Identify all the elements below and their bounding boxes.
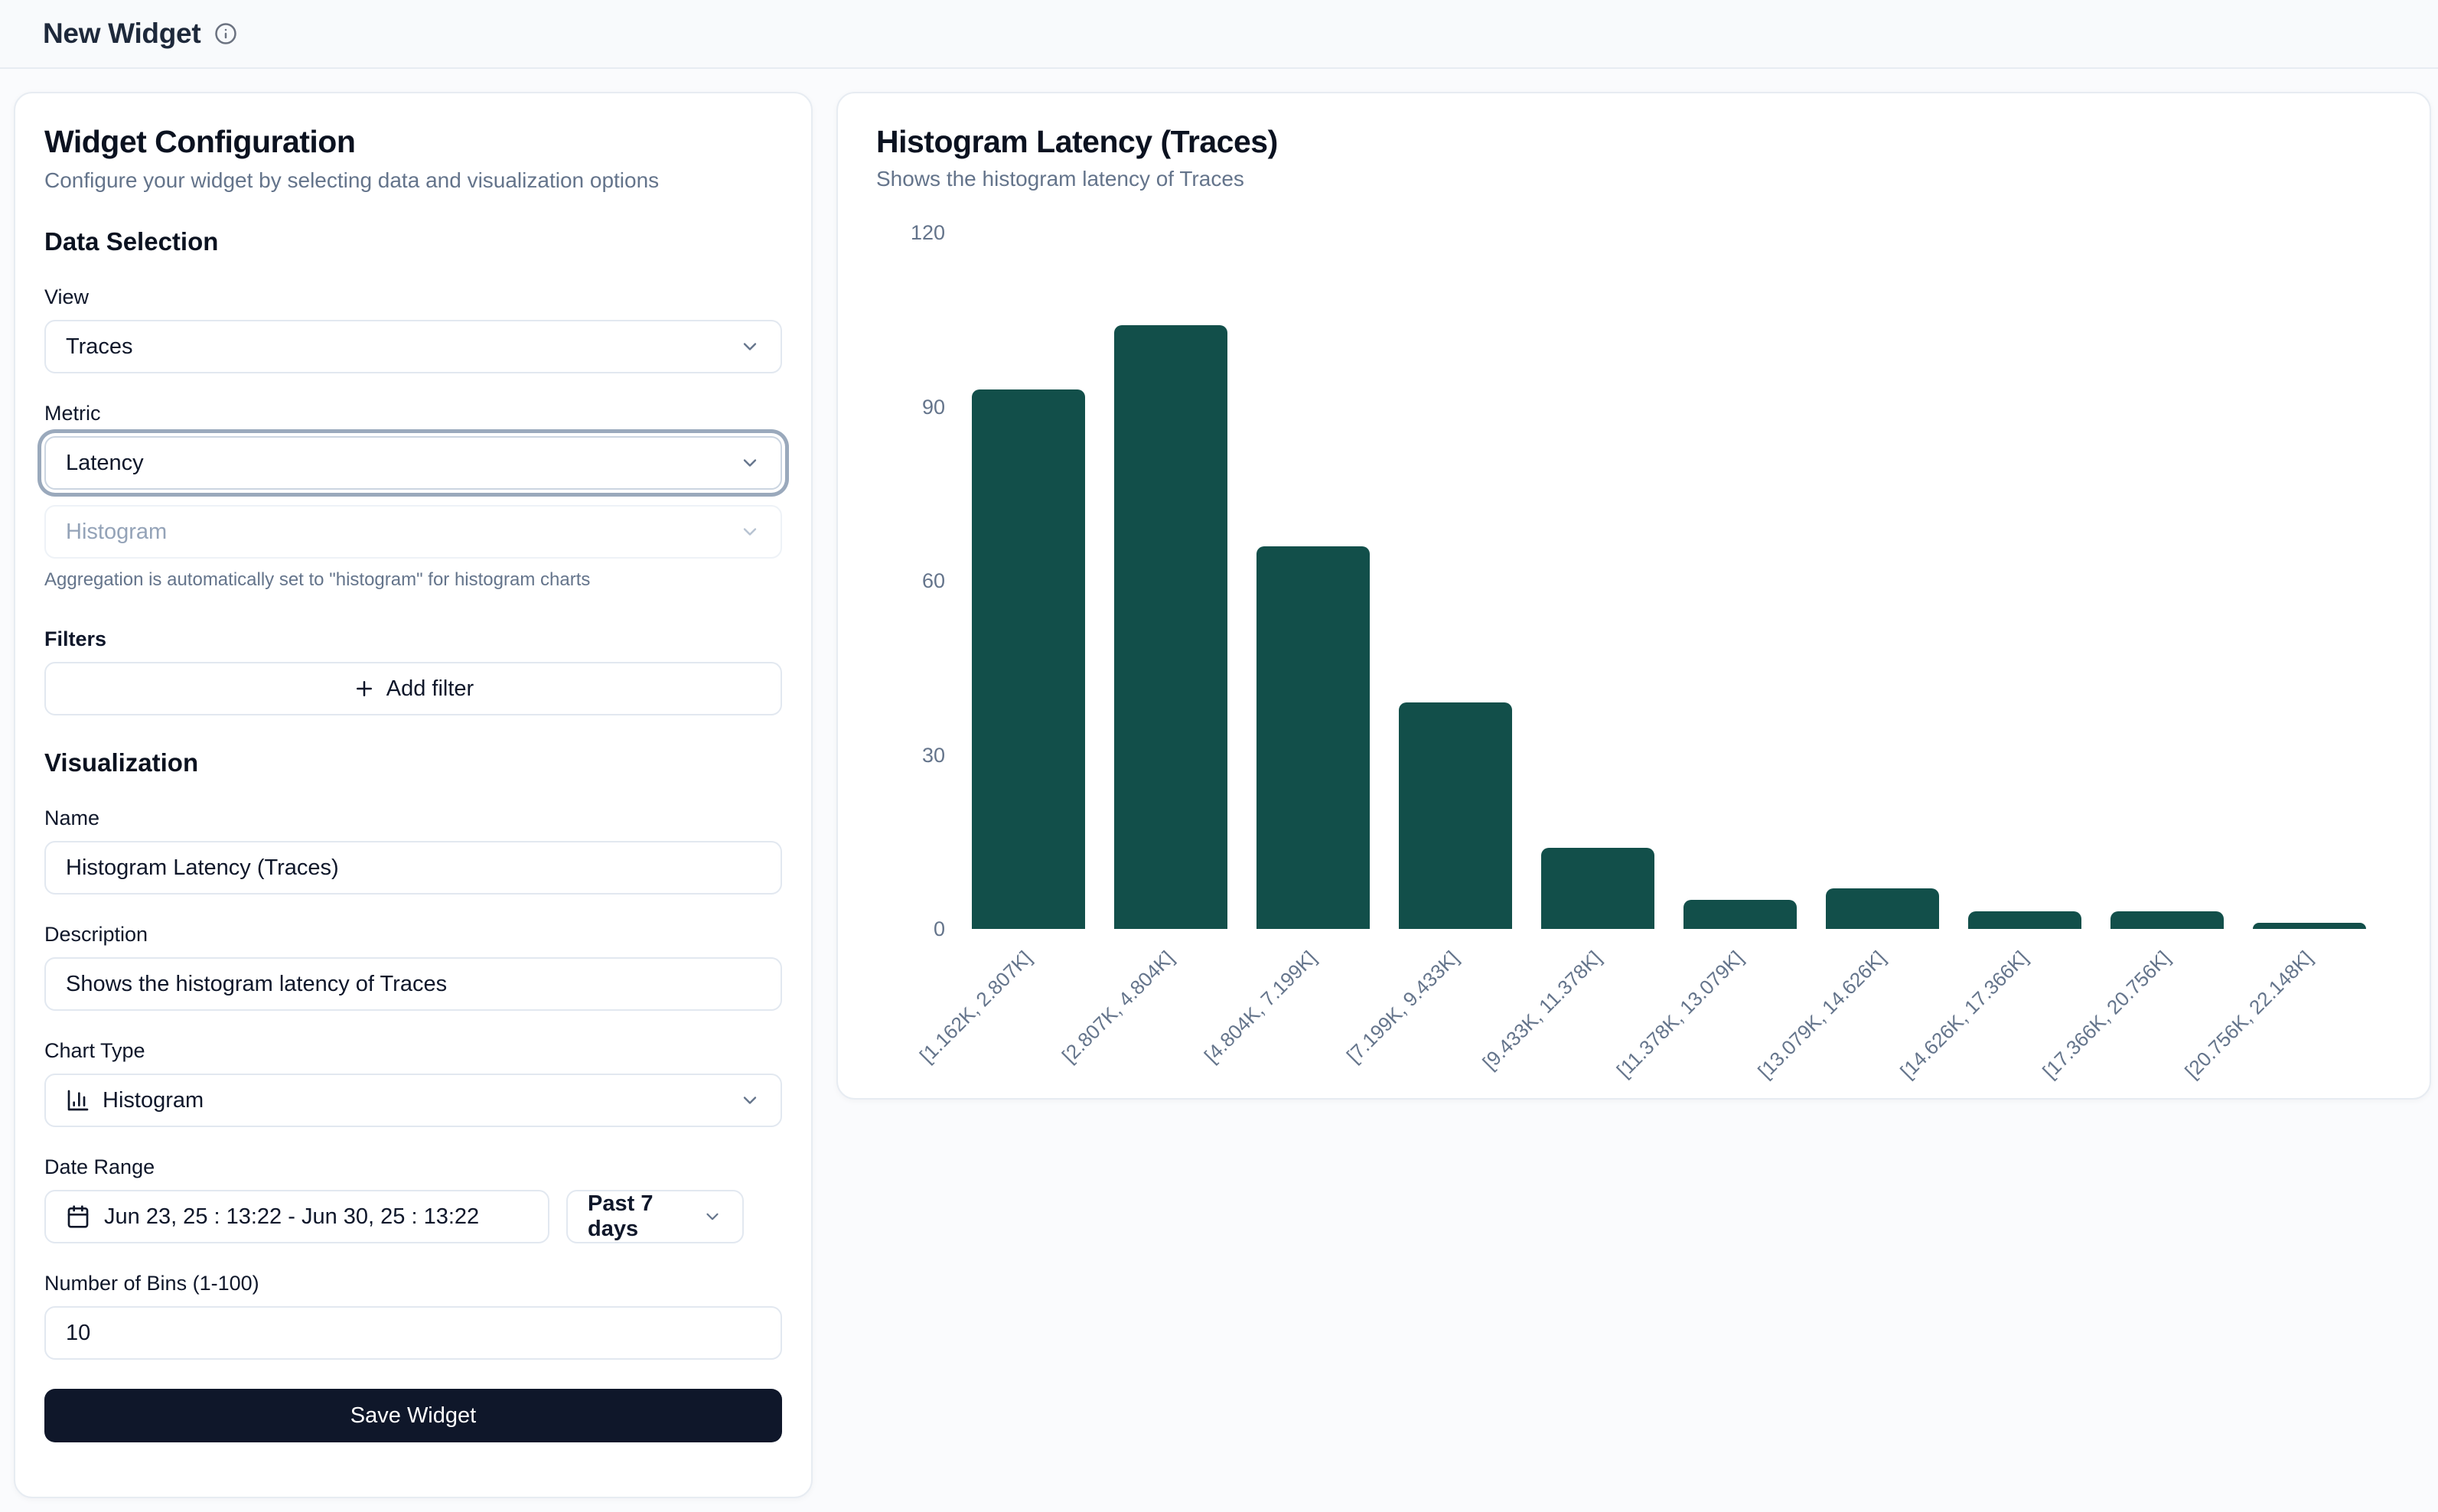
histogram-chart-icon bbox=[66, 1088, 90, 1113]
view-select-value: Traces bbox=[66, 334, 133, 360]
bins-label: Number of Bins (1-100) bbox=[44, 1271, 782, 1295]
y-axis-tick-label: 30 bbox=[922, 743, 945, 767]
description-input-value: Shows the histogram latency of Traces bbox=[66, 972, 447, 997]
calendar-icon bbox=[66, 1204, 90, 1229]
config-panel-subtitle: Configure your widget by selecting data … bbox=[44, 167, 782, 194]
x-axis-tick-label: [17.366K, 20.756K] bbox=[2039, 947, 2176, 1083]
bins-input-value: 10 bbox=[66, 1321, 90, 1346]
description-label: Description bbox=[44, 922, 782, 947]
visualization-heading: Visualization bbox=[44, 748, 782, 778]
histogram-bar bbox=[1114, 325, 1227, 929]
config-panel-title: Widget Configuration bbox=[44, 122, 782, 161]
chart-type-select[interactable]: Histogram bbox=[44, 1074, 782, 1127]
histogram-bar bbox=[1541, 848, 1654, 929]
main-content: Widget Configuration Configure your widg… bbox=[0, 69, 2438, 1498]
name-input[interactable]: Histogram Latency (Traces) bbox=[44, 841, 782, 894]
y-axis: 0306090120 bbox=[876, 233, 953, 929]
data-selection-heading: Data Selection bbox=[44, 226, 782, 257]
date-preset-value: Past 7 days bbox=[588, 1191, 693, 1242]
aggregation-helper-text: Aggregation is automatically set to "his… bbox=[44, 569, 782, 591]
y-axis-tick-label: 120 bbox=[911, 220, 945, 245]
histogram-chart: 0306090120 [1.162K, 2.807K][2.807K, 4.80… bbox=[876, 233, 2391, 1082]
x-axis-tick-label: [13.079K, 14.626K] bbox=[1754, 947, 1891, 1083]
date-range-button[interactable]: Jun 23, 25 : 13:22 - Jun 30, 25 : 13:22 bbox=[44, 1190, 549, 1243]
x-axis: [1.162K, 2.807K][2.807K, 4.804K][4.804K,… bbox=[953, 929, 2391, 1082]
name-input-value: Histogram Latency (Traces) bbox=[66, 855, 339, 881]
y-axis-tick-label: 0 bbox=[934, 917, 945, 941]
y-axis-tick-label: 60 bbox=[922, 569, 945, 593]
histogram-bar bbox=[1683, 900, 1797, 929]
x-axis-tick-label: [1.162K, 2.807K] bbox=[915, 947, 1037, 1068]
widget-configuration-panel: Widget Configuration Configure your widg… bbox=[14, 92, 813, 1498]
chart-subtitle: Shows the histogram latency of Traces bbox=[876, 165, 2391, 193]
histogram-bar bbox=[2253, 923, 2366, 929]
histogram-bar bbox=[972, 389, 1085, 929]
date-preset-select[interactable]: Past 7 days bbox=[566, 1190, 744, 1243]
page-title: New Widget bbox=[43, 18, 200, 50]
x-axis-tick-label: [9.433K, 11.378K] bbox=[1478, 947, 1606, 1075]
x-axis-tick-label: [14.626K, 17.366K] bbox=[1896, 947, 2033, 1083]
add-filter-label: Add filter bbox=[386, 676, 474, 702]
chart-title: Histogram Latency (Traces) bbox=[876, 122, 2391, 161]
histogram-bar bbox=[1399, 702, 1512, 929]
save-widget-button[interactable]: Save Widget bbox=[44, 1389, 782, 1442]
y-axis-tick-label: 90 bbox=[922, 395, 945, 419]
plus-icon bbox=[353, 677, 376, 700]
metric-select-value: Latency bbox=[66, 451, 144, 476]
histogram-bar bbox=[1256, 546, 1370, 930]
chart-type-label: Chart Type bbox=[44, 1038, 782, 1063]
aggregation-select: Histogram bbox=[44, 505, 782, 559]
info-icon[interactable] bbox=[214, 22, 237, 45]
histogram-bar bbox=[2110, 911, 2224, 929]
date-range-value: Jun 23, 25 : 13:22 - Jun 30, 25 : 13:22 bbox=[104, 1204, 479, 1230]
chart-preview-panel: Histogram Latency (Traces) Shows the his… bbox=[836, 92, 2431, 1100]
date-range-label: Date Range bbox=[44, 1155, 782, 1179]
filters-label: Filters bbox=[44, 627, 782, 651]
chevron-down-icon bbox=[739, 521, 761, 543]
name-label: Name bbox=[44, 806, 782, 830]
chart-type-value: Histogram bbox=[103, 1088, 204, 1113]
x-axis-tick-label: [20.756K, 22.148K] bbox=[2181, 947, 2318, 1083]
chevron-down-icon bbox=[702, 1207, 722, 1227]
x-axis-tick-label: [4.804K, 7.199K] bbox=[1200, 947, 1322, 1068]
metric-select[interactable]: Latency bbox=[44, 436, 782, 490]
chevron-down-icon bbox=[739, 336, 761, 357]
chevron-down-icon bbox=[739, 452, 761, 474]
x-axis-tick-label: [2.807K, 4.804K] bbox=[1058, 947, 1179, 1068]
bins-input[interactable]: 10 bbox=[44, 1306, 782, 1360]
page-header: New Widget bbox=[0, 0, 2438, 69]
description-input[interactable]: Shows the histogram latency of Traces bbox=[44, 957, 782, 1011]
histogram-bar bbox=[1968, 911, 2081, 929]
histogram-bar bbox=[1826, 888, 1939, 929]
aggregation-select-value: Histogram bbox=[66, 520, 167, 545]
x-axis-tick-label: [11.378K, 13.079K] bbox=[1612, 947, 1749, 1083]
x-axis-tick-label: [7.199K, 9.433K] bbox=[1342, 947, 1464, 1068]
chevron-down-icon bbox=[739, 1090, 761, 1111]
metric-label: Metric bbox=[44, 401, 782, 425]
add-filter-button[interactable]: Add filter bbox=[44, 662, 782, 715]
view-label: View bbox=[44, 285, 782, 309]
view-select[interactable]: Traces bbox=[44, 320, 782, 373]
plot-area bbox=[953, 233, 2391, 929]
